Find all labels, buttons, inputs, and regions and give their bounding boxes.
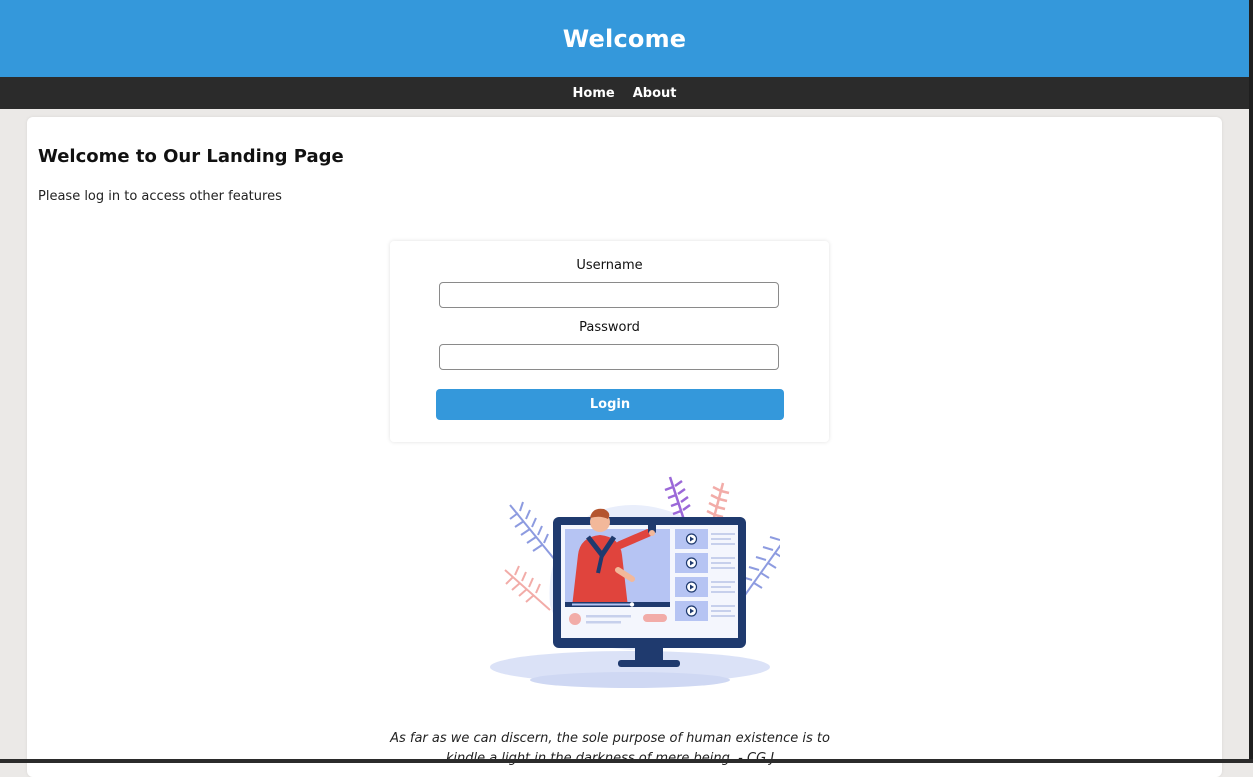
login-form: Username Password Login: [390, 241, 829, 442]
nav-about-link[interactable]: About: [633, 86, 677, 101]
window-right-edge: [1249, 0, 1253, 763]
page-heading: Welcome to Our Landing Page: [38, 146, 344, 167]
password-label: Password: [579, 320, 640, 335]
main-card: Welcome to Our Landing Page Please log i…: [27, 117, 1222, 777]
login-prompt-text: Please log in to access other features: [38, 189, 282, 204]
login-button[interactable]: Login: [436, 389, 784, 420]
site-header: Welcome: [0, 0, 1249, 77]
username-label: Username: [576, 258, 643, 273]
site-title: Welcome: [562, 24, 687, 53]
nav-home-link[interactable]: Home: [573, 86, 615, 101]
video-player-illustration: [490, 476, 780, 688]
window-bottom-edge: [0, 759, 1253, 763]
quote-text: As far as we can discern, the sole purpo…: [390, 731, 830, 766]
password-input[interactable]: [439, 344, 779, 370]
username-input[interactable]: [439, 282, 779, 308]
top-nav: Home About: [0, 77, 1249, 109]
